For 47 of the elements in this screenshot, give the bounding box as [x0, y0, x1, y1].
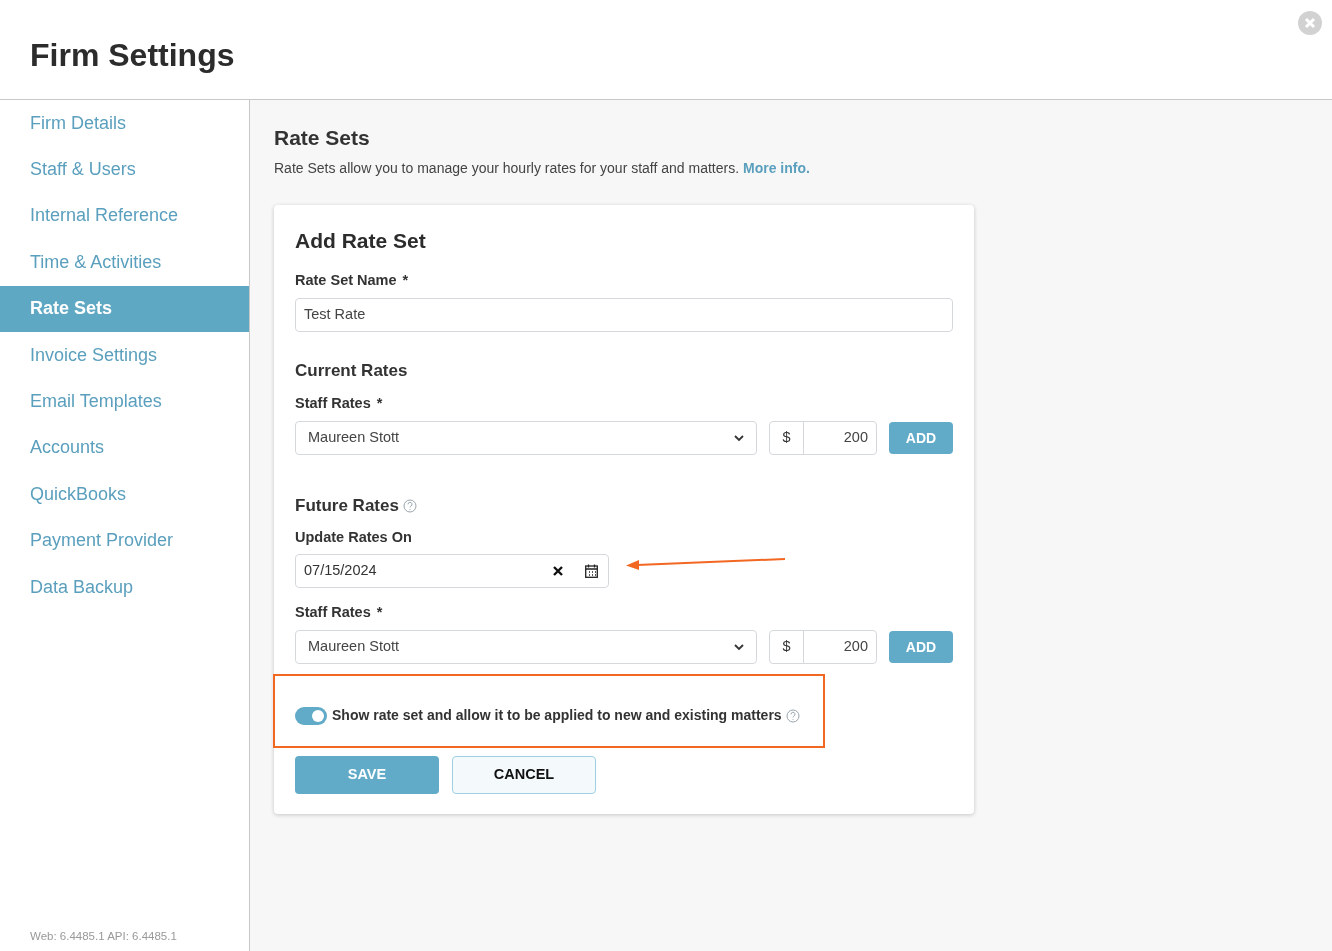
help-icon[interactable] — [402, 498, 417, 513]
sidebar-item[interactable]: Rate Sets — [0, 285, 249, 332]
sidebar-item[interactable]: Payment Provider — [0, 517, 249, 564]
help-icon[interactable] — [785, 708, 800, 723]
rate-value: 200 — [842, 637, 869, 657]
add-button[interactable]: ADD — [889, 422, 953, 454]
required-mark: * — [402, 271, 409, 290]
form-title: Add Rate Set — [295, 227, 427, 254]
sidebar-item[interactable]: Accounts — [0, 424, 249, 472]
clear-icon[interactable] — [553, 566, 563, 577]
date-field[interactable]: 07/15/2024 — [295, 554, 609, 589]
field-label: Rate Set Name — [295, 271, 397, 290]
page-title: Rate Sets — [274, 125, 371, 151]
calendar-icon[interactable] — [585, 564, 598, 579]
required-mark: * — [376, 394, 383, 414]
sidebar-item[interactable]: QuickBooks — [0, 471, 249, 518]
sidebar-item[interactable]: Data Backup — [0, 563, 249, 611]
rate-input[interactable]: $ 200 — [769, 630, 877, 664]
window-title: Firm Settings — [30, 36, 235, 75]
sidebar-item[interactable]: Firm Details — [0, 100, 249, 147]
version-text: Web: 6.4485.1 API: 6.4485.1 — [29, 928, 178, 944]
chevron-down-icon — [734, 643, 744, 651]
field-label: Update Rates On — [295, 527, 413, 547]
section-heading: Current Rates — [295, 359, 409, 382]
rate-set-name-field[interactable]: Test Rate — [295, 297, 953, 332]
sidebar-item[interactable]: Invoice Settings — [0, 331, 249, 379]
sidebar-item[interactable]: Staff & Users — [0, 146, 249, 193]
sidebar-item[interactable]: Email Templates — [0, 378, 249, 425]
close-icon[interactable] — [1298, 11, 1322, 35]
toggle-label: Show rate set and allow it to be applied to new and existing matters — [332, 706, 782, 725]
required-mark: * — [376, 603, 383, 623]
staff-select[interactable]: Maureen Stott — [295, 421, 757, 455]
section-heading: Future Rates — [295, 495, 399, 517]
cancel-button[interactable]: CANCEL — [452, 756, 596, 794]
add-button[interactable]: ADD — [889, 631, 953, 663]
chevron-down-icon — [734, 434, 744, 442]
sidebar-item[interactable]: Internal Reference — [0, 192, 249, 240]
staff-select[interactable]: Maureen Stott — [295, 630, 757, 664]
field-label: Staff Rates — [295, 394, 371, 414]
page-description: Rate Sets allow you to manage your hourly rates for your staff and matters. More info. — [274, 158, 811, 178]
save-button[interactable]: SAVE — [295, 756, 439, 794]
toggle-switch[interactable] — [295, 706, 327, 725]
rate-input[interactable]: $ 200 — [769, 421, 877, 455]
field-label: Staff Rates — [295, 603, 371, 623]
more-info-link[interactable]: More info. — [743, 159, 810, 176]
sidebar-item[interactable]: Time & Activities — [0, 239, 249, 286]
rate-value: 200 — [842, 428, 869, 448]
